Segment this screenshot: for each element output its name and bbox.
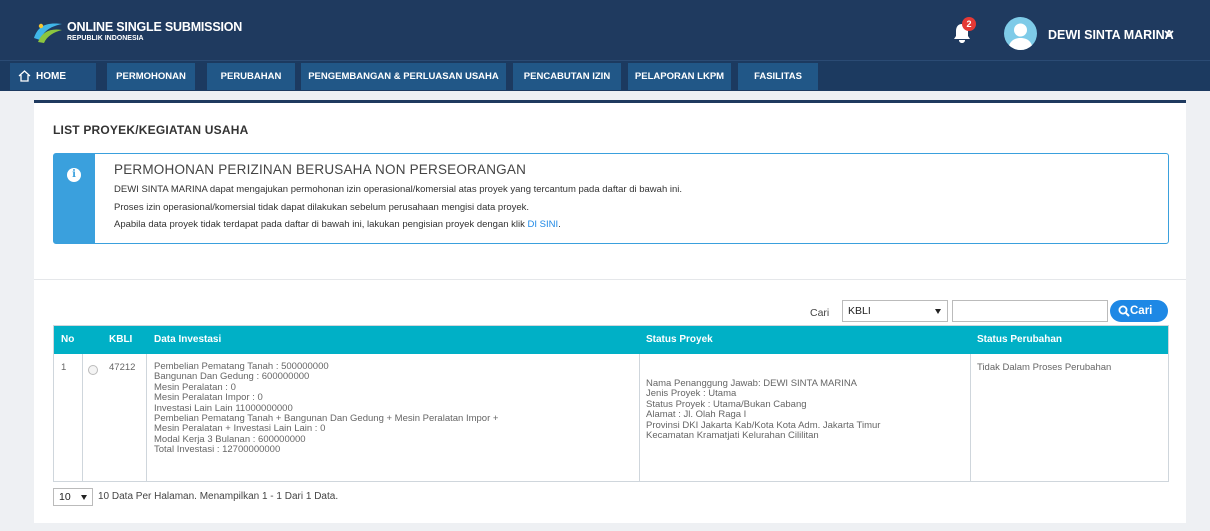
- nav-item-permohonan[interactable]: PERMOHONAN: [107, 63, 195, 90]
- info-box: i PERMOHONAN PERIZINAN BERUSAHA NON PERS…: [53, 153, 1169, 244]
- nav-item-fasilitas[interactable]: FASILITAS: [738, 63, 818, 90]
- avatar[interactable]: [1004, 17, 1037, 50]
- search-label: Cari: [810, 307, 830, 319]
- select-arrow-icon: [935, 309, 941, 314]
- brand[interactable]: ONLINE SINGLE SUBMISSION REPUBLIK INDONE…: [67, 20, 242, 42]
- top-bar: ONLINE SINGLE SUBMISSION REPUBLIK INDONE…: [0, 0, 1210, 60]
- chevron-down-icon[interactable]: [1163, 27, 1175, 39]
- search-button[interactable]: Cari: [1110, 300, 1168, 322]
- col-data-investasi: Data Investasi: [154, 334, 222, 345]
- col-no: No: [61, 334, 75, 345]
- info-line-2: Proses izin operasional/komersial tidak …: [114, 202, 530, 213]
- per-page-value: 10: [59, 491, 71, 503]
- main-nav: HOME PERMOHONAN PERUBAHAN PENGEMBANGAN &…: [0, 60, 1210, 91]
- col-kbli: KBLI: [109, 334, 133, 345]
- project-table: No KBLI Data Investasi Status Proyek Sta…: [53, 325, 1169, 482]
- info-title: PERMOHONAN PERIZINAN BERUSAHA NON PERSEO…: [114, 162, 527, 177]
- col-divider: [639, 354, 640, 481]
- info-line-3-end: .: [558, 219, 561, 230]
- notification-badge[interactable]: 2: [962, 17, 976, 31]
- nav-home[interactable]: HOME: [10, 63, 96, 90]
- row-no: 1: [61, 362, 67, 373]
- brand-subtitle: REPUBLIK INDONESIA: [67, 35, 144, 42]
- row-status-perubahan: Tidak Dalam Proses Perubahan: [977, 362, 1112, 373]
- status-line: Kecamatan Kramatjati Kelurahan Cililitan: [646, 430, 819, 442]
- info-sidebar: i: [54, 154, 95, 243]
- col-divider: [146, 354, 147, 481]
- search-button-label: Cari: [1130, 305, 1153, 317]
- nav-item-pelaporan-lkpm[interactable]: PELAPORAN LKPM: [628, 63, 731, 90]
- row-status-proyek: Nama Penanggung Jawab: DEWI SINTA MARINA…: [646, 378, 880, 442]
- pagination-info: 10 Data Per Halaman. Menampilkan 1 - 1 D…: [98, 491, 339, 502]
- col-divider: [970, 354, 971, 481]
- nav-item-pencabutan-izin[interactable]: PENCABUTAN IZIN: [513, 63, 621, 90]
- search-input[interactable]: [952, 300, 1108, 322]
- col-status-perubahan: Status Perubahan: [977, 334, 1063, 345]
- search-icon: [1118, 305, 1130, 317]
- investasi-line: Total Investasi : 12700000000: [154, 444, 281, 456]
- search-field-value: KBLI: [848, 305, 871, 317]
- divider: [34, 279, 1186, 280]
- col-divider: [82, 354, 83, 481]
- nav-home-label: HOME: [36, 71, 66, 82]
- info-line-1: DEWI SINTA MARINA dapat mengajukan permo…: [114, 184, 683, 195]
- search-field-select[interactable]: KBLI: [842, 300, 948, 322]
- info-line-3: Apabila data proyek tidak terdapat pada …: [114, 219, 561, 230]
- row-data-investasi: Pembelian Pematang Tanah : 500000000 Ban…: [154, 361, 498, 456]
- oss-logo-icon[interactable]: [32, 18, 64, 44]
- info-icon: i: [67, 168, 81, 182]
- nav-item-pengembangan[interactable]: PENGEMBANGAN & PERLUASAN USAHA: [301, 63, 506, 90]
- content-card: LIST PROYEK/KEGIATAN USAHA i PERMOHONAN …: [34, 100, 1186, 523]
- home-icon: [18, 70, 31, 82]
- per-page-select[interactable]: 10: [53, 488, 93, 506]
- brand-title: ONLINE SINGLE SUBMISSION: [67, 20, 243, 34]
- user-name[interactable]: DEWI SINTA MARINA: [1048, 28, 1174, 42]
- info-line-3-text: Apabila data proyek tidak terdapat pada …: [114, 219, 528, 230]
- row-select-radio[interactable]: [88, 365, 98, 375]
- di-sini-link[interactable]: DI SINI: [528, 219, 559, 230]
- row-kbli: 47212: [109, 362, 136, 373]
- avatar-icon: [1008, 23, 1033, 50]
- col-status-proyek: Status Proyek: [646, 334, 713, 345]
- select-arrow-icon: [81, 495, 87, 500]
- nav-item-perubahan[interactable]: PERUBAHAN: [207, 63, 295, 90]
- page-title: LIST PROYEK/KEGIATAN USAHA: [53, 123, 249, 137]
- table-header: No KBLI Data Investasi Status Proyek Sta…: [54, 326, 1168, 354]
